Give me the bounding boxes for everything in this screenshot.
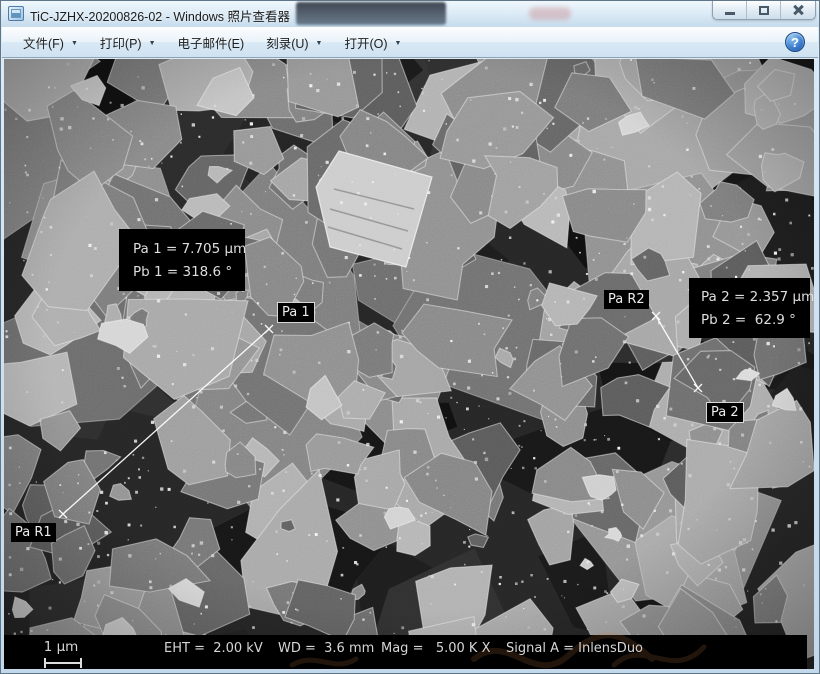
app-icon	[8, 6, 24, 21]
close-icon	[792, 4, 804, 16]
menu-open-label: 打开(O)	[344, 33, 387, 52]
menu-file[interactable]: 文件(F) ▼	[12, 28, 89, 57]
measurement-lines	[4, 59, 814, 669]
pb2-value: Pb 2 = 62.9 °	[701, 312, 810, 328]
mag-value: Mag = 5.00 K X	[381, 641, 491, 656]
caption-buttons	[712, 1, 816, 20]
close-button[interactable]	[781, 1, 815, 19]
minimize-icon	[725, 12, 735, 15]
menu-print-label: 打印(P)	[100, 33, 142, 52]
x-marker-icon	[265, 325, 273, 333]
menu-print[interactable]: 打印(P) ▼	[89, 28, 167, 57]
pa1-value: Pa 1 = 7.705 µm	[133, 241, 245, 257]
x-marker-icon	[652, 312, 660, 320]
chevron-down-icon: ▼	[71, 38, 78, 47]
menu-email[interactable]: 电子邮件(E)	[167, 28, 256, 57]
sem-micrograph: Pa 1 = 7.705 µm Pb 1 = 318.6 ° Pa 2 = 2.…	[4, 59, 814, 669]
chevron-down-icon: ▼	[316, 38, 323, 47]
pb1-value: Pb 1 = 318.6 °	[133, 264, 245, 280]
window-title: TiC-JZHX-20200826-02 - Windows 照片查看器	[30, 6, 290, 25]
sem-infobar: 1 µm EHT = 2.00 kV WD = 3.6 mm Mag = 5.0…	[4, 635, 807, 669]
x-marker-icon	[694, 384, 702, 392]
titlebar-watermark	[529, 7, 571, 20]
wd-value: WD = 3.6 mm	[278, 641, 374, 656]
photo-viewer-window: TiC-JZHX-20200826-02 - Windows 照片查看器 文件(…	[0, 0, 820, 674]
menu-open[interactable]: 打开(O) ▼	[333, 28, 412, 57]
menu-file-label: 文件(F)	[23, 33, 64, 52]
titlebar[interactable]: TiC-JZHX-20200826-02 - Windows 照片查看器	[1, 1, 819, 27]
maximize-icon	[759, 6, 769, 15]
help-button[interactable]: ?	[785, 32, 805, 52]
scale-bar-icon	[44, 658, 82, 668]
measurement-box-2: Pa 2 = 2.357 µm Pb 2 = 62.9 °	[689, 278, 810, 338]
help-icon: ?	[791, 35, 799, 50]
titlebar-glass-reflection	[296, 2, 446, 25]
measurement-line-1	[59, 325, 273, 518]
minimize-button[interactable]	[713, 1, 747, 19]
label-pa-r1: Pa R1	[11, 523, 56, 542]
measurement-box-1: Pa 1 = 7.705 µm Pb 1 = 318.6 °	[119, 229, 245, 291]
x-marker-icon	[59, 510, 67, 518]
pa2-value: Pa 2 = 2.357 µm	[701, 289, 810, 305]
chevron-down-icon: ▼	[395, 38, 402, 47]
signal-value: Signal A = InlensDuo	[506, 641, 643, 656]
eht-value: EHT = 2.00 kV	[164, 641, 263, 656]
maximize-button[interactable]	[747, 1, 781, 19]
menu-email-label: 电子邮件(E)	[178, 33, 245, 52]
menu-burn[interactable]: 刻录(U) ▼	[255, 28, 333, 57]
menubar: 文件(F) ▼ 打印(P) ▼ 电子邮件(E) 刻录(U) ▼ 打开(O) ▼ …	[2, 27, 818, 58]
chevron-down-icon: ▼	[149, 38, 156, 47]
label-pa1: Pa 1	[277, 302, 315, 323]
menu-burn-label: 刻录(U)	[266, 33, 308, 52]
label-pa-r2: Pa R2	[604, 290, 649, 309]
scale-bar-label: 1 µm	[36, 639, 86, 655]
label-pa2: Pa 2	[706, 402, 744, 423]
